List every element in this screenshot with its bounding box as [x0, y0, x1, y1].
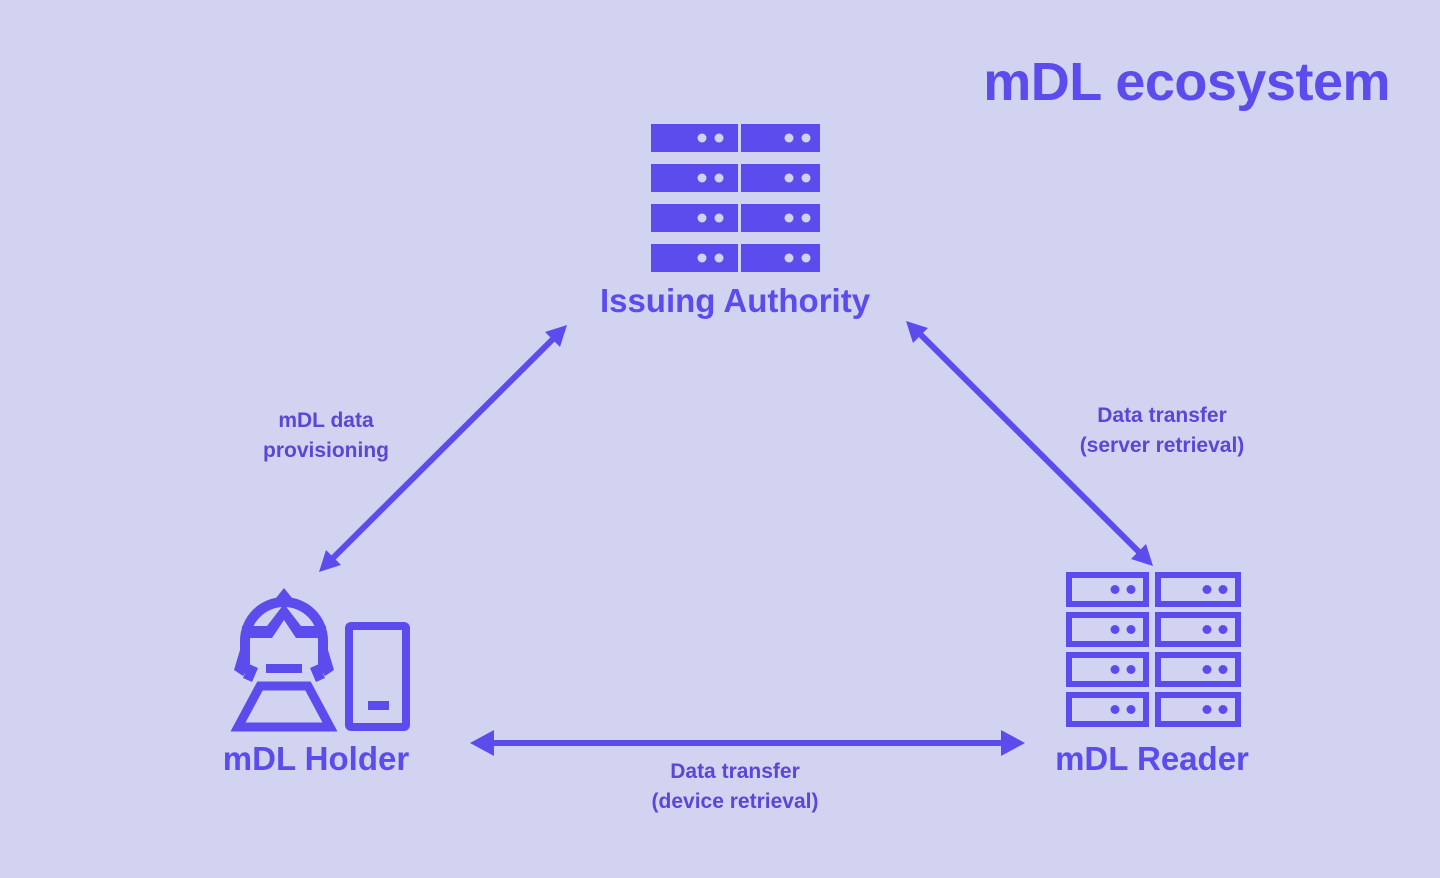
node-label-mdl-holder: mDL Holder — [223, 740, 410, 777]
edge-label-holder-to-reader-line2: (device retrieval) — [652, 790, 819, 813]
edge-label-reader-to-issuer-line1: Data transfer — [1097, 404, 1227, 427]
edge-label-holder-to-issuer-line1: mDL data — [278, 409, 374, 432]
node-label-issuing-authority: Issuing Authority — [600, 282, 871, 319]
diagram-canvas: mDL ecosystem Issuing Authority mDL Read… — [0, 0, 1440, 878]
node-label-mdl-reader: mDL Reader — [1055, 740, 1249, 777]
page-title: mDL ecosystem — [983, 52, 1390, 112]
edge-label-holder-to-reader-line1: Data transfer — [670, 760, 800, 783]
edge-label-holder-to-issuer-line2: provisioning — [263, 439, 389, 462]
edge-label-reader-to-issuer-line2: (server retrieval) — [1080, 434, 1245, 457]
mdl-ecosystem-diagram: mDL ecosystem Issuing Authority mDL Read… — [0, 0, 1440, 878]
